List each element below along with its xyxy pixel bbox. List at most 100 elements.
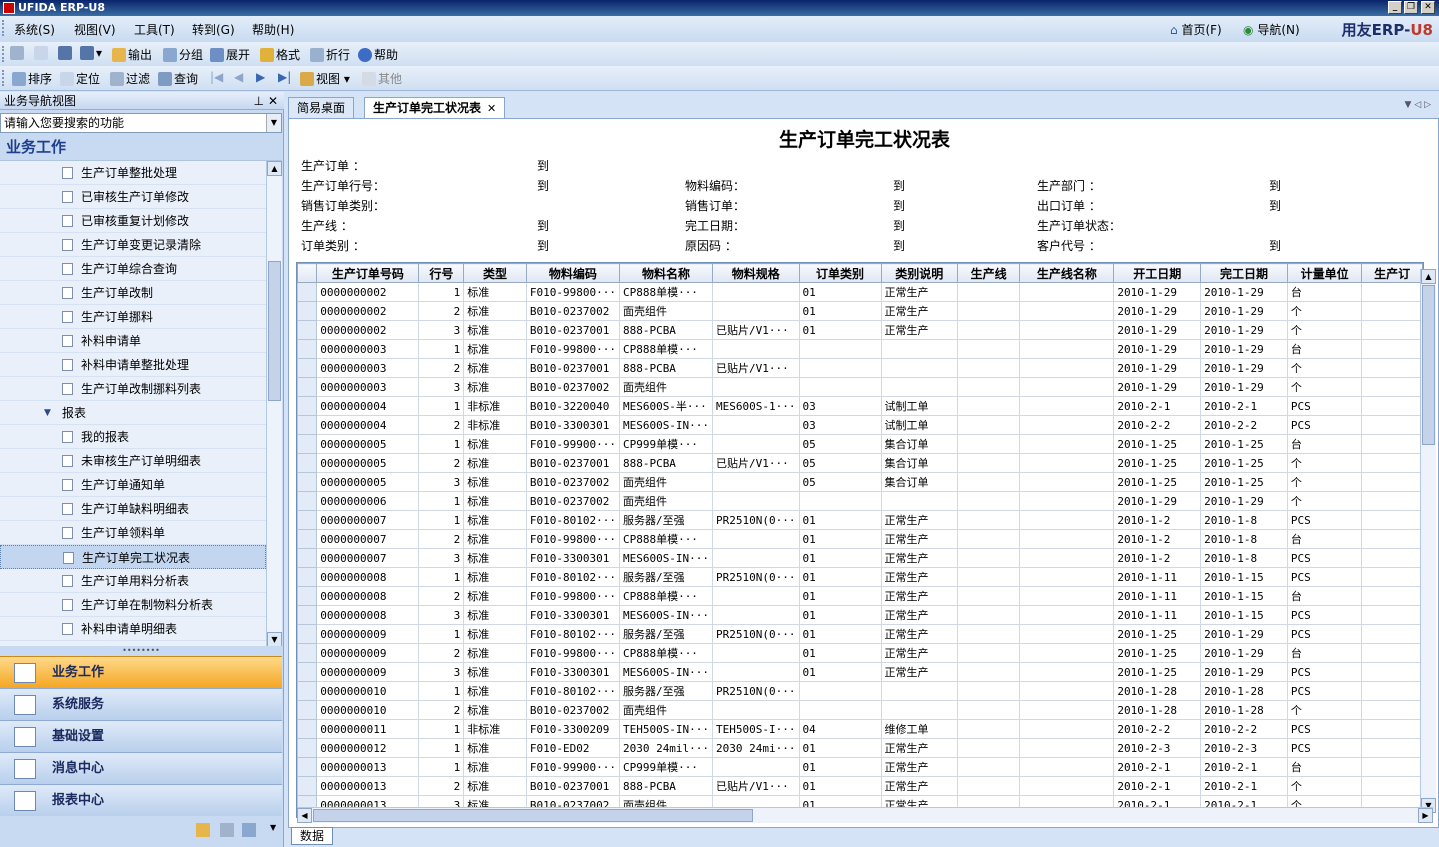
nav-search-input[interactable]: 请输入您要搜索的功能 ▼ [0, 113, 282, 133]
menu-view[interactable]: 视图(V) [74, 21, 116, 38]
table-row[interactable]: 0000000009 1 标准 F010-80102··· 服务器/至强 PR2510N(… [297, 624, 1423, 644]
first-page-button[interactable]: |◀ [210, 70, 223, 84]
table-row[interactable]: 0000000007 1 标准 F010-80102··· 服务器/至强 PR2510N(… [297, 510, 1423, 530]
row-selector[interactable] [297, 491, 318, 511]
close-window-button[interactable]: ✕ [1421, 1, 1435, 14]
tree-item[interactable]: 补料申请单明细表 [0, 617, 266, 641]
nav-button[interactable]: 消息中心 [0, 752, 282, 784]
query-button[interactable]: 查询 [158, 70, 198, 87]
row-selector[interactable] [297, 757, 318, 777]
tree-icon[interactable] [242, 823, 256, 837]
tree-item[interactable]: 生产订单综合查询 [0, 257, 266, 281]
table-row[interactable]: 0000000002 3 标准 B010-0237001 888-PCBA 已贴片/V1·… [297, 320, 1423, 340]
config-icon[interactable] [196, 823, 210, 837]
tree-item[interactable]: 生产订单挪料 [0, 305, 266, 329]
grid-vscroll-thumb[interactable] [1422, 285, 1435, 445]
footer-chevron-down-icon[interactable]: ▼ [270, 823, 276, 832]
home-link[interactable]: ⌂ 首页(F) [1170, 21, 1222, 38]
grid-horizontal-scrollbar[interactable]: ◀ ▶ [297, 807, 1433, 823]
tree-item[interactable]: 已审核重复计划修改 [0, 209, 266, 233]
tree-item[interactable]: 生产订单在制物料分析表 [0, 593, 266, 617]
table-row[interactable]: 0000000009 2 标准 F010-99800··· CP888单模··· 01 正常… [297, 643, 1423, 663]
nav-button[interactable]: 系统服务 [0, 688, 282, 720]
prev-page-button[interactable]: ◀ [234, 70, 243, 84]
column-header[interactable]: 订单类别 [798, 263, 882, 283]
table-row[interactable]: 0000000011 1 非标准 F010-3300209 TEH500S-IN··· T… [297, 719, 1423, 739]
table-row[interactable]: 0000000012 1 标准 F010-ED02 2030 24mil··· 2030 … [297, 738, 1423, 758]
row-selector[interactable] [297, 453, 318, 473]
table-row[interactable]: 0000000010 2 标准 B010-0237002 面壳组件 2010-1-28 20… [297, 700, 1423, 720]
nav-scroll-thumb[interactable] [268, 261, 281, 401]
nav-link[interactable]: ◉ 导航(N) [1243, 21, 1300, 38]
bottom-tab-data[interactable]: 数据 [291, 827, 334, 845]
table-row[interactable]: 0000000005 1 标准 F010-99900··· CP999单模··· 05 集合… [297, 434, 1423, 454]
nav-button[interactable]: 报表中心 [0, 784, 282, 816]
minimize-button[interactable]: _ [1388, 1, 1402, 14]
column-header[interactable]: 类别说明 [880, 263, 958, 283]
column-header[interactable]: 类型 [463, 263, 527, 283]
row-selector[interactable] [297, 776, 318, 796]
tab-nav-arrows[interactable]: ▼ ◁ ▷ [1405, 100, 1432, 110]
row-selector[interactable] [297, 510, 318, 530]
scroll-down-icon[interactable]: ▼ [267, 632, 282, 646]
row-selector[interactable] [297, 624, 318, 644]
row-selector[interactable] [297, 282, 318, 302]
tab-simple-desktop[interactable]: 简易桌面 [288, 97, 355, 119]
grid-vertical-scrollbar[interactable]: ▲ ▼ [1420, 269, 1436, 813]
table-row[interactable]: 0000000005 2 标准 B010-0237001 888-PCBA 已贴片/V1·… [297, 453, 1423, 473]
table-row[interactable]: 0000000002 1 标准 F010-99800··· CP888单模··· 01 正常… [297, 282, 1423, 302]
tree-item[interactable]: 生产订单完工状况表 [0, 545, 266, 569]
table-row[interactable]: 0000000008 1 标准 F010-80102··· 服务器/至强 PR2510N(… [297, 567, 1423, 587]
close-tab-icon[interactable]: ✕ [487, 102, 496, 115]
pane-splitter[interactable]: •••••••• [0, 647, 282, 656]
tree-item[interactable]: 补料申请单整批处理 [0, 353, 266, 377]
column-header[interactable]: 开工日期 [1113, 263, 1202, 283]
print-button[interactable] [10, 46, 26, 60]
table-row[interactable]: 0000000013 2 标准 B010-0237001 888-PCBA 已贴片/V1·… [297, 776, 1423, 796]
row-selector[interactable] [297, 377, 318, 397]
tree-item[interactable]: 生产订单用料分析表 [0, 569, 266, 593]
grid-scroll-up-icon[interactable]: ▲ [1421, 269, 1436, 284]
pin-icon[interactable]: ⊥ [254, 92, 264, 110]
row-selector[interactable] [297, 358, 318, 378]
grid-scroll-right-icon[interactable]: ▶ [1418, 808, 1433, 823]
tab-completion-report[interactable]: 生产订单完工状况表 ✕ [364, 97, 506, 119]
sort-button[interactable]: 排序 [12, 70, 52, 87]
export-button[interactable]: 输出 [112, 46, 152, 63]
tree-item[interactable]: 生产订单改制 [0, 281, 266, 305]
tree-item[interactable]: 生产订单改制挪料列表 [0, 377, 266, 401]
row-selector[interactable] [297, 567, 318, 587]
restore-button[interactable]: ❐ [1404, 1, 1418, 14]
view-button[interactable]: 视图 ▾ [300, 70, 350, 87]
row-selector[interactable] [297, 700, 318, 720]
help-button[interactable]: 帮助 [358, 46, 398, 63]
group-button[interactable]: 分组 [163, 46, 203, 63]
table-row[interactable]: 0000000007 3 标准 F010-3300301 MES600S-IN··· 01… [297, 548, 1423, 568]
saveas-button[interactable]: ▾ [80, 46, 102, 60]
row-selector[interactable] [297, 738, 318, 758]
table-row[interactable]: 0000000009 3 标准 F010-3300301 MES600S-IN··· 01… [297, 662, 1423, 682]
row-selector[interactable] [297, 320, 318, 340]
nav-button[interactable]: 业务工作 [0, 656, 282, 688]
tree-item[interactable]: 我的报表 [0, 425, 266, 449]
tree-item[interactable]: 未审核生产订单明细表 [0, 449, 266, 473]
nav-tree-scrollbar[interactable]: ▲ ▼ [266, 161, 282, 646]
format-button[interactable]: 格式 [260, 46, 300, 63]
other-button[interactable]: 其他 [362, 70, 402, 87]
table-row[interactable]: 0000000008 2 标准 F010-99800··· CP888单模··· 01 正常… [297, 586, 1423, 606]
grid-scroll-left-icon[interactable]: ◀ [297, 808, 312, 823]
row-selector[interactable] [297, 643, 318, 663]
grid-hscroll-thumb[interactable] [313, 809, 753, 822]
table-row[interactable]: 0000000010 1 标准 F010-80102··· 服务器/至强 PR2510N(… [297, 681, 1423, 701]
row-selector[interactable] [297, 415, 318, 435]
tree-item[interactable]: 生产订单整批处理 [0, 161, 266, 185]
row-selector[interactable] [297, 301, 318, 321]
menu-goto[interactable]: 转到(G) [192, 21, 235, 38]
locate-button[interactable]: 定位 [60, 70, 100, 87]
table-row[interactable]: 0000000003 1 标准 F010-99800··· CP888单模··· 2010… [297, 339, 1423, 359]
save-button[interactable] [58, 46, 74, 60]
scroll-up-icon[interactable]: ▲ [267, 161, 282, 176]
column-header[interactable]: 物料名称 [618, 263, 714, 283]
row-selector[interactable] [297, 472, 318, 492]
row-selector[interactable] [297, 529, 318, 549]
